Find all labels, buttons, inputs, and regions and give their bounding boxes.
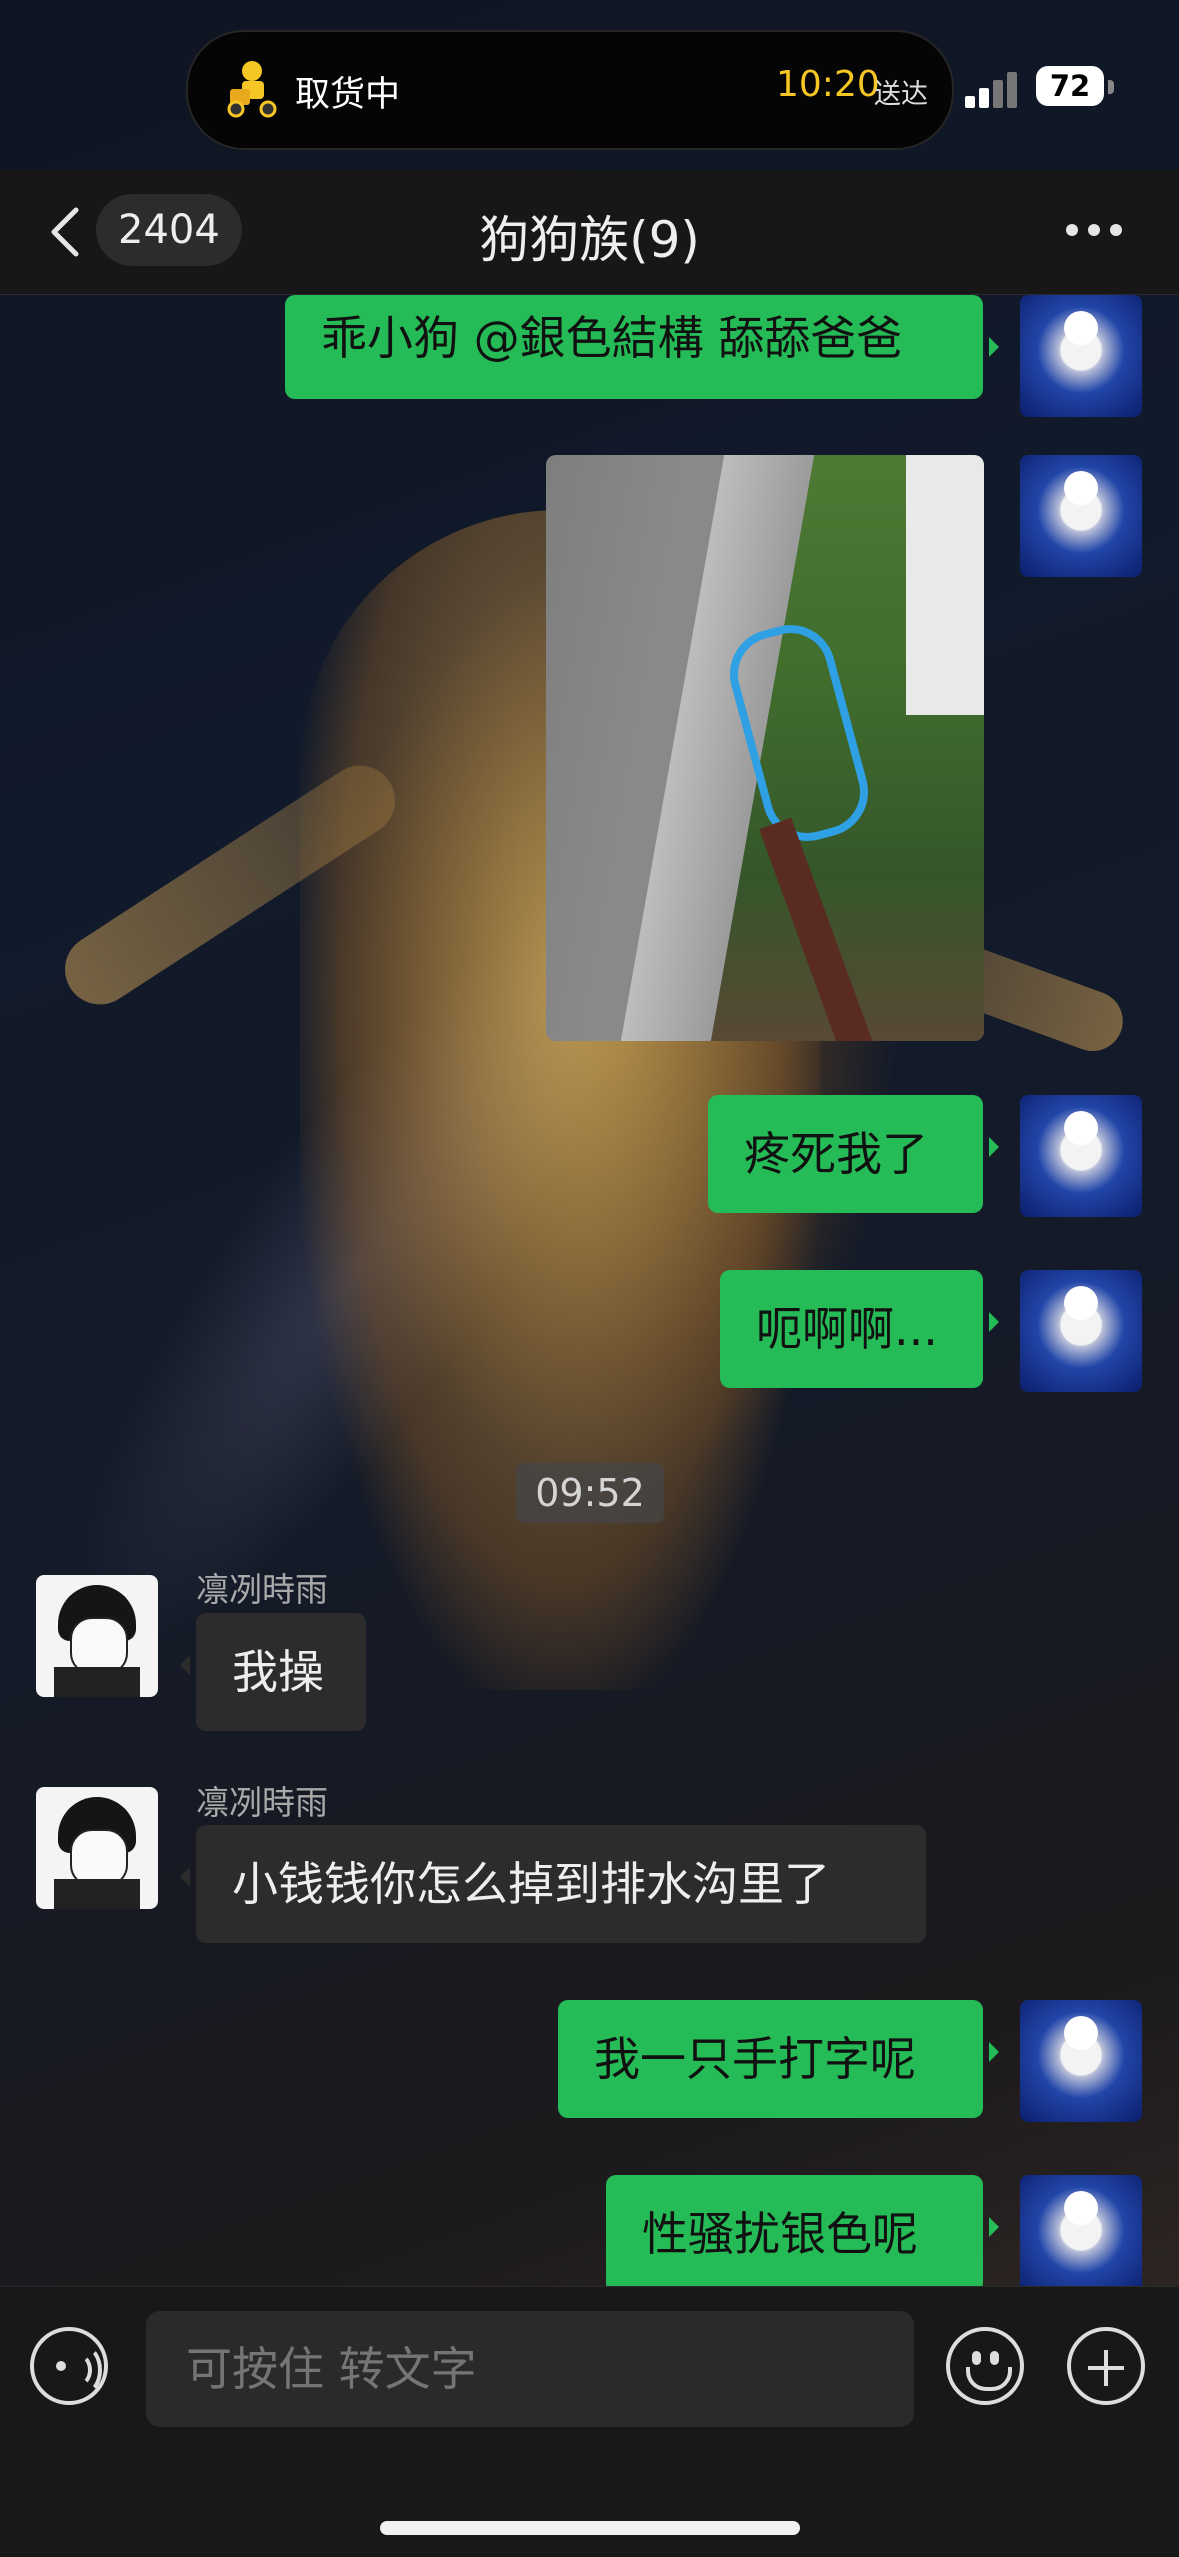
home-indicator[interactable] (380, 2521, 800, 2535)
delivery-time: 10:20 (776, 64, 880, 105)
message-text: 呃啊啊... (756, 1302, 938, 1356)
my-avatar[interactable] (1020, 2175, 1142, 2295)
sender-avatar[interactable] (36, 1787, 158, 1909)
delivery-label: 送达 (874, 79, 928, 110)
message-bubble[interactable]: 小钱钱你怎么掉到排水沟里了 (180, 1825, 926, 1943)
message-text: 我一只手打字呢 (594, 2032, 916, 2086)
message-bubble[interactable]: 乖小狗 @銀色結構 舔舔爸爸 (285, 295, 999, 399)
message-bubble[interactable]: 呃啊啊... (720, 1270, 999, 1388)
message-input[interactable] (146, 2311, 914, 2427)
emoji-icon[interactable] (946, 2327, 1024, 2405)
my-avatar[interactable] (1020, 1095, 1142, 1217)
sender-name: 凛冽時雨 (196, 1570, 328, 1609)
chat-title: 狗狗族(9) (479, 211, 700, 269)
photo-wall (906, 455, 984, 715)
my-avatar[interactable] (1020, 455, 1142, 577)
voice-icon[interactable] (30, 2327, 108, 2405)
message-text: 小钱钱你怎么掉到排水沟里了 (232, 1857, 830, 1911)
message-image[interactable] (546, 455, 984, 1041)
battery-icon: 72 (1036, 66, 1104, 106)
my-avatar[interactable] (1020, 295, 1142, 417)
message-timestamp: 09:52 (516, 1463, 664, 1523)
message-bubble[interactable]: 我一只手打字呢 (558, 2000, 999, 2118)
message-bubble[interactable]: 疼死我了 (708, 1095, 999, 1213)
activity-label: 取货中 (295, 75, 401, 115)
more-icon[interactable] (1066, 224, 1126, 240)
input-bar (0, 2286, 1179, 2557)
battery-tip (1108, 80, 1114, 94)
chat-header: 2404 狗狗族(9) (0, 170, 1179, 295)
my-avatar[interactable] (1020, 2000, 1142, 2122)
delivery-rider-icon (227, 61, 277, 118)
message-text: 乖小狗 @銀色結構 舔舔爸爸 (321, 311, 903, 365)
message-text: 疼死我了 (744, 1127, 928, 1181)
my-avatar[interactable] (1020, 1270, 1142, 1392)
message-text: 性骚扰银色呢 (642, 2207, 918, 2261)
signal-icon (965, 70, 1025, 108)
message-bubble[interactable]: 我操 (180, 1613, 366, 1731)
message-text: 我操 (232, 1645, 324, 1699)
message-list[interactable]: 乖小狗 @銀色結構 舔舔爸爸 疼死我了 呃啊啊... 09:52 凛冽時雨 我操… (0, 295, 1179, 2295)
message-bubble[interactable]: 性骚扰银色呢 (606, 2175, 999, 2293)
plus-icon[interactable] (1067, 2327, 1145, 2405)
sender-avatar[interactable] (36, 1575, 158, 1697)
sender-name: 凛冽時雨 (196, 1783, 328, 1822)
